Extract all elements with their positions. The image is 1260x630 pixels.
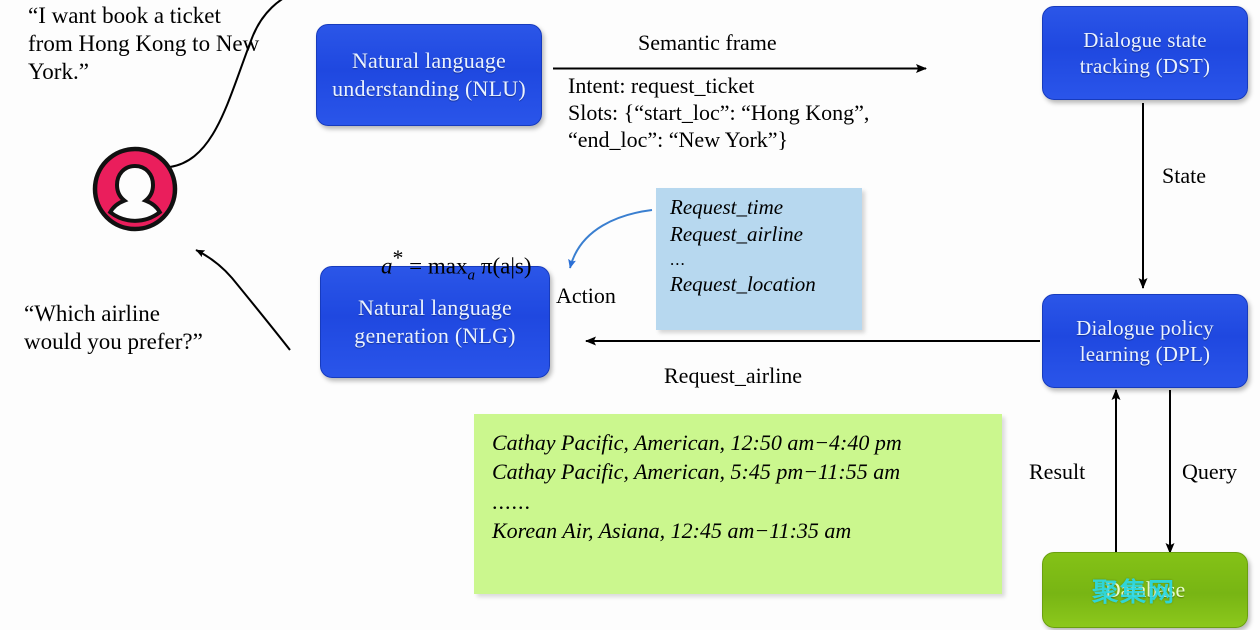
edge-label-result: Result bbox=[1029, 459, 1086, 484]
action-item: Request_location bbox=[670, 271, 816, 296]
edge-label-state: State bbox=[1162, 163, 1206, 188]
result-row: Cathay Pacific, American, 5:45 pm−11:55 … bbox=[492, 459, 901, 485]
edge-label-query: Query bbox=[1182, 459, 1237, 484]
diagram-canvas: “I want book a ticket from Hong Kong to … bbox=[0, 0, 1260, 630]
edge-label-action: Action bbox=[556, 283, 616, 308]
module-dst[interactable]: Dialogue state tracking (DST) bbox=[1042, 6, 1248, 100]
action-item: Request_airline bbox=[670, 222, 803, 247]
action-candidate-panel[interactable]: Request_time Request_airline ... Request… bbox=[656, 188, 862, 330]
result-row-ellipsis: ...... bbox=[492, 488, 531, 514]
module-dpl-label: Dialogue policy learning (DPL) bbox=[1076, 315, 1214, 366]
person-avatar-icon bbox=[92, 146, 178, 232]
edge-label-semantic-frame: Semantic frame bbox=[638, 30, 777, 55]
user-utterance-output: “Which airline would you prefer?” bbox=[24, 301, 203, 355]
formula-action-var: a bbox=[381, 253, 393, 279]
policy-formula: a* = maxa π(a|s) bbox=[358, 217, 532, 313]
formula-policy-term: π(a|s) bbox=[475, 253, 532, 279]
user-utterance-input: “I want book a ticket from Hong Kong to … bbox=[28, 3, 260, 85]
edge-label-request-airline: Request_airline bbox=[664, 363, 803, 388]
module-dst-label: Dialogue state tracking (DST) bbox=[1079, 27, 1211, 78]
formula-star: * bbox=[392, 246, 404, 271]
formula-sub-a: a bbox=[467, 266, 476, 284]
result-row: Cathay Pacific, American, 12:50 am−4:40 … bbox=[492, 430, 902, 455]
module-nlu[interactable]: Natural language understanding (NLU) bbox=[316, 24, 542, 126]
site-watermark: 聚集网 bbox=[1092, 578, 1177, 608]
arrow-action-to-nlg bbox=[568, 209, 653, 269]
edge-detail-semantic-frame: Intent: request_ticket Slots: {“start_lo… bbox=[568, 73, 870, 152]
formula-eq-max: = max bbox=[403, 253, 468, 279]
result-row: Korean Air, Asiana, 12:45 am−11:35 am bbox=[492, 517, 852, 543]
action-item: Request_time bbox=[670, 195, 784, 219]
module-nlu-label: Natural language understanding (NLU) bbox=[332, 48, 526, 101]
action-item-ellipsis: ... bbox=[670, 249, 686, 269]
module-dpl[interactable]: Dialogue policy learning (DPL) bbox=[1042, 294, 1248, 388]
database-result-panel[interactable]: Cathay Pacific, American, 12:50 am−4:40 … bbox=[474, 414, 1002, 594]
